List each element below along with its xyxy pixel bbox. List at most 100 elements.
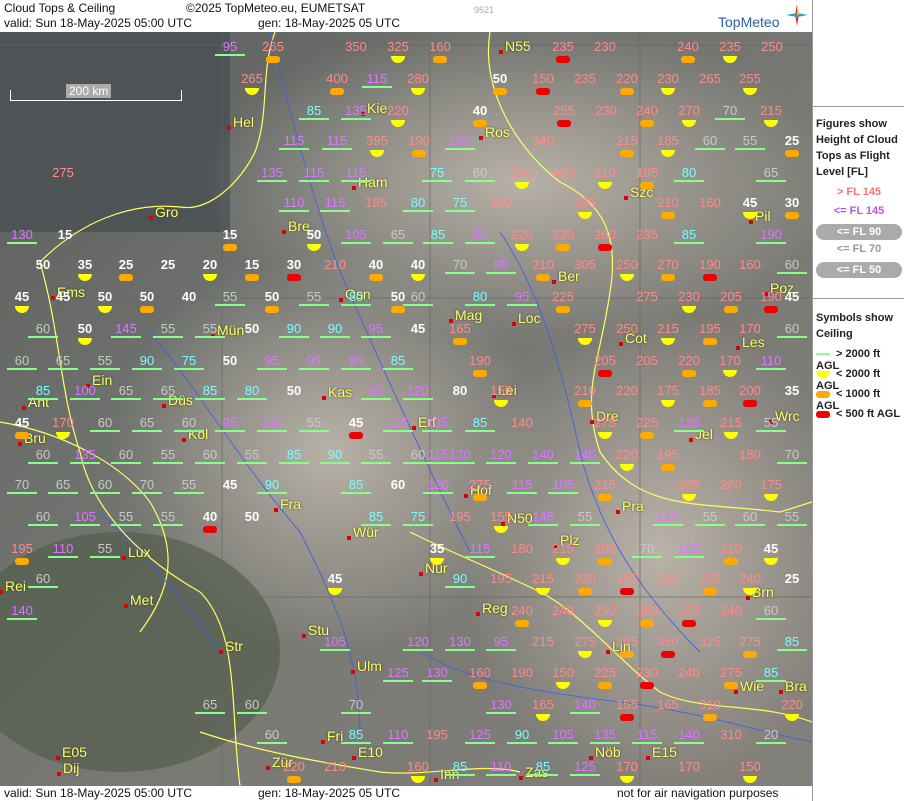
legend-title-line: Height of Cloud <box>816 134 898 146</box>
cloud-top-value: 60 <box>777 321 807 338</box>
city-marker <box>519 776 523 780</box>
cloud-top-value: 135 <box>257 165 287 182</box>
cloud-top-value: 80 <box>465 289 495 306</box>
ceiling-symbol <box>743 651 757 658</box>
cloud-top-value: 30 <box>784 195 800 210</box>
cloud-top-value: 240 <box>739 571 761 586</box>
cloud-top-value: 90 <box>445 571 475 588</box>
city-name: E05 <box>62 744 87 760</box>
cloud-top-value: 145 <box>653 509 683 526</box>
cloud-top-value: 120 <box>423 477 453 494</box>
ceiling-symbol <box>620 651 634 658</box>
cloud-top-value: 125 <box>465 727 495 744</box>
city-marker <box>227 126 231 130</box>
disclaimer-text: not for air navigation purposes <box>617 786 779 800</box>
cloud-top-value: 60 <box>465 165 495 182</box>
cloud-top-value: 215 <box>552 541 574 556</box>
ceiling-symbol <box>703 400 717 407</box>
cloud-top-value: 115 <box>362 71 392 88</box>
ceiling-symbol <box>473 682 487 689</box>
cloud-top-value: 105 <box>548 727 578 744</box>
cloud-top-value: 260 <box>490 195 512 210</box>
ceiling-symbol <box>724 558 738 565</box>
ceiling-symbol <box>764 306 778 313</box>
cloud-top-value: 115 <box>383 415 413 432</box>
ceiling-symbol <box>598 682 612 689</box>
cloud-top-value: 175 <box>657 383 679 398</box>
ceiling-symbol <box>640 620 654 627</box>
cloud-top-value: 60 <box>735 509 765 526</box>
cloud-top-value: 220 <box>678 353 700 368</box>
ceiling-symbol <box>578 400 592 407</box>
cloud-top-value: 145 <box>570 447 600 464</box>
city-label: Ros <box>479 124 510 140</box>
ceiling-legend-entry: < 500 ft AGL <box>816 408 904 420</box>
cloud-top-value: 140 <box>7 603 37 620</box>
cloud-top-value: 35 <box>429 541 445 556</box>
cloud-top-value: 115 <box>507 477 537 494</box>
cloud-top-value: 55 <box>111 509 141 526</box>
city-marker <box>182 438 186 442</box>
cloud-top-value: 90 <box>320 447 350 464</box>
cloud-top-value: 50 <box>244 321 260 336</box>
ceiling-symbol <box>453 338 467 345</box>
ceiling-symbol <box>265 306 279 313</box>
cloud-top-value: 85 <box>465 415 495 432</box>
cloud-top-value: 125 <box>570 759 600 776</box>
cloud-top-value: 85 <box>777 634 807 651</box>
cloud-top-value: 60 <box>777 257 807 274</box>
city-marker <box>162 404 166 408</box>
ceiling-symbol <box>557 120 571 127</box>
cloud-top-value: 80 <box>341 289 371 306</box>
cloud-top-value: 130 <box>445 634 475 651</box>
cloud-top-value: 150 <box>552 665 574 680</box>
cloud-top-value: 240 <box>552 603 574 618</box>
city-name: Dij <box>63 760 80 776</box>
cloud-top-value: 60 <box>28 447 58 464</box>
cloud-top-value: 155 <box>616 697 638 712</box>
cloud-top-value: 120 <box>486 447 516 464</box>
cloud-top-value: 55 <box>153 509 183 526</box>
city-name: Fra <box>280 496 301 512</box>
cloud-top-value: 45 <box>742 195 758 210</box>
ceiling-symbol <box>620 714 634 721</box>
cloud-top-value: 110 <box>279 195 309 212</box>
city-label: Pil <box>749 208 771 224</box>
cloud-top-value: 95 <box>486 257 516 274</box>
cloud-top-value: 310 <box>720 727 742 742</box>
cloud-top-value: 55 <box>695 509 725 526</box>
cloud-top-value: 220 <box>283 759 305 774</box>
cloud-top-value: 55 <box>153 321 183 338</box>
city-marker <box>124 604 128 608</box>
cloud-top-value: 115 <box>299 165 329 182</box>
cloud-top-value: 180 <box>657 571 679 586</box>
cloud-top-value: 45 <box>348 415 364 430</box>
cloud-top-value: 85 <box>383 353 413 370</box>
cloud-top-value: 50 <box>306 227 322 242</box>
cloud-top-value: 85 <box>341 477 371 494</box>
cloud-top-value: 205 <box>636 353 658 368</box>
cloud-top-value: 70 <box>7 477 37 494</box>
city-marker <box>746 596 750 600</box>
city-marker <box>619 342 623 346</box>
cloud-top-value: 235 <box>699 571 721 586</box>
cloud-top-value: 340 <box>532 133 554 148</box>
cloud-top-value: 240 <box>511 165 533 180</box>
cloud-top-value: 105 <box>548 477 578 494</box>
cloud-top-value: 55 <box>570 509 600 526</box>
city-name: Met <box>130 592 154 608</box>
cloud-top-value: 210 <box>532 257 554 272</box>
cloud-top-value: 70 <box>132 477 162 494</box>
cloud-top-value: 270 <box>678 103 700 118</box>
city-marker <box>646 756 650 760</box>
cloud-top-value: 275 <box>594 415 616 430</box>
tops-legend-entry: <= FL 50 <box>816 262 902 278</box>
city-name: Ulm <box>357 658 382 674</box>
city-marker <box>419 572 423 576</box>
city-label: E10 <box>352 744 383 760</box>
city-marker <box>779 690 783 694</box>
cloud-top-value: 150 <box>532 71 554 86</box>
cloud-top-value: 155 <box>678 603 700 618</box>
cloud-top-value: 120 <box>403 634 433 651</box>
cloud-top-value: 195 <box>657 447 679 462</box>
